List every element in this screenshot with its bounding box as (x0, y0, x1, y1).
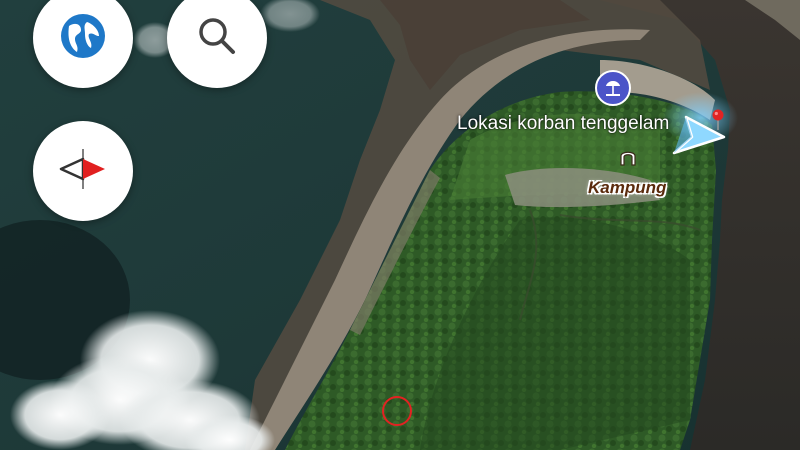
target-circle-marker[interactable] (382, 396, 412, 426)
globe-icon (59, 12, 107, 65)
arch-icon[interactable] (617, 147, 639, 167)
compass-button[interactable] (33, 121, 133, 221)
navigation-arrow-icon (664, 95, 744, 165)
search-icon (195, 14, 239, 63)
beach-resort-icon[interactable] (595, 70, 631, 106)
compass-icon (57, 143, 109, 200)
